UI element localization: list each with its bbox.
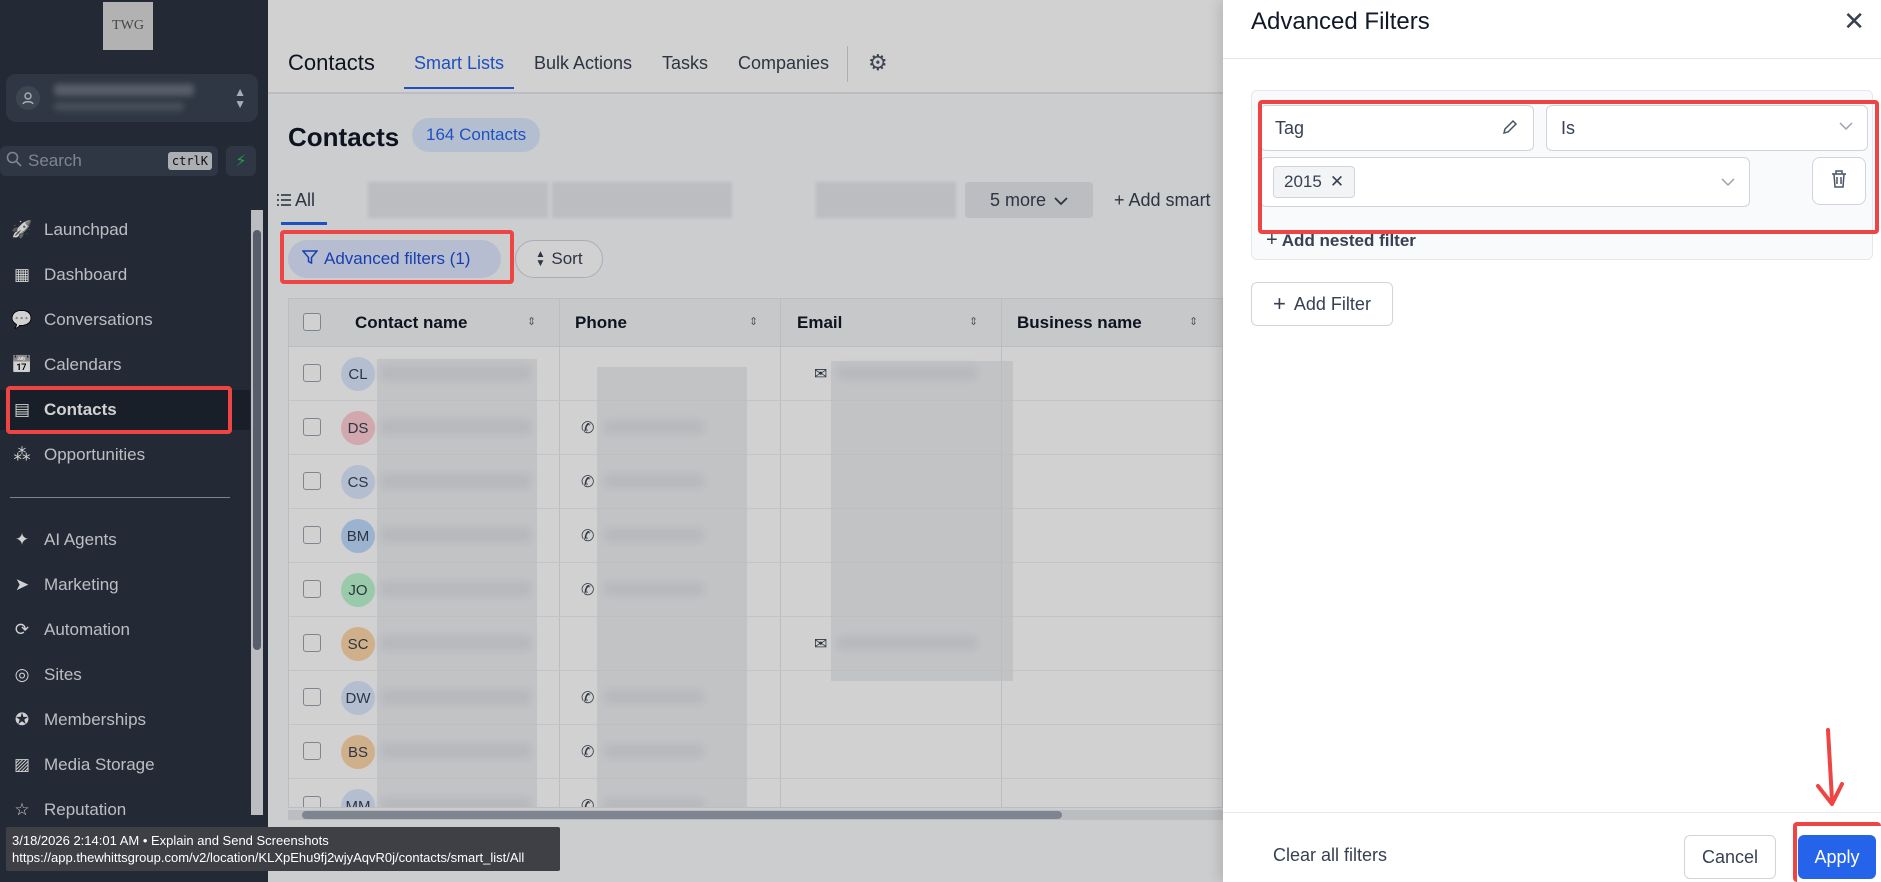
annotation-arrow-icon (1816, 728, 1844, 806)
filter-operator-value: Is (1561, 117, 1576, 138)
chevron-down-icon (1721, 174, 1735, 192)
status-line-timestamp: 3/18/2026 2:14:01 AM • Explain and Send … (12, 833, 329, 848)
screenshot-status-tooltip: 3/18/2026 2:14:01 AM • Explain and Send … (6, 827, 560, 871)
tag-chip-label: 2015 (1284, 172, 1322, 191)
pencil-icon[interactable] (1501, 118, 1519, 141)
advanced-filters-drawer: Advanced Filters ✕ Tag Is 2015 ✕ + Add n… (1223, 0, 1881, 882)
cancel-button[interactable]: Cancel (1684, 835, 1776, 879)
filter-field-select[interactable]: Tag (1260, 105, 1534, 151)
filter-value-multiselect[interactable]: 2015 ✕ (1260, 157, 1750, 207)
add-nested-filter-button[interactable]: + Add nested filter (1266, 229, 1416, 252)
filter-field-value: Tag (1275, 117, 1305, 138)
plus-icon: + (1266, 229, 1278, 251)
tag-chip: 2015 ✕ (1273, 166, 1356, 198)
delete-filter-button[interactable] (1812, 157, 1866, 205)
chevron-down-icon (1839, 118, 1853, 136)
footer-divider (1223, 812, 1881, 813)
add-nested-filter-label: Add nested filter (1281, 231, 1416, 250)
drawer-title: Advanced Filters (1251, 8, 1430, 35)
clear-all-filters-button[interactable]: Clear all filters (1273, 845, 1387, 866)
filter-operator-select[interactable]: Is (1546, 105, 1868, 151)
close-icon[interactable]: ✕ (1843, 6, 1865, 37)
modal-backdrop[interactable] (0, 0, 1223, 882)
add-filter-button[interactable]: + Add Filter (1251, 282, 1393, 326)
plus-icon: + (1273, 291, 1286, 316)
chip-remove-icon[interactable]: ✕ (1330, 172, 1344, 192)
status-line-url: https://app.thewhittsgroup.com/v2/locati… (12, 850, 525, 865)
trash-icon (1830, 169, 1848, 194)
filter-group: Tag Is 2015 ✕ + Add nested filter (1251, 90, 1873, 260)
add-filter-label: Add Filter (1293, 293, 1371, 314)
apply-button[interactable]: Apply (1798, 835, 1876, 879)
drawer-divider (1223, 58, 1881, 59)
